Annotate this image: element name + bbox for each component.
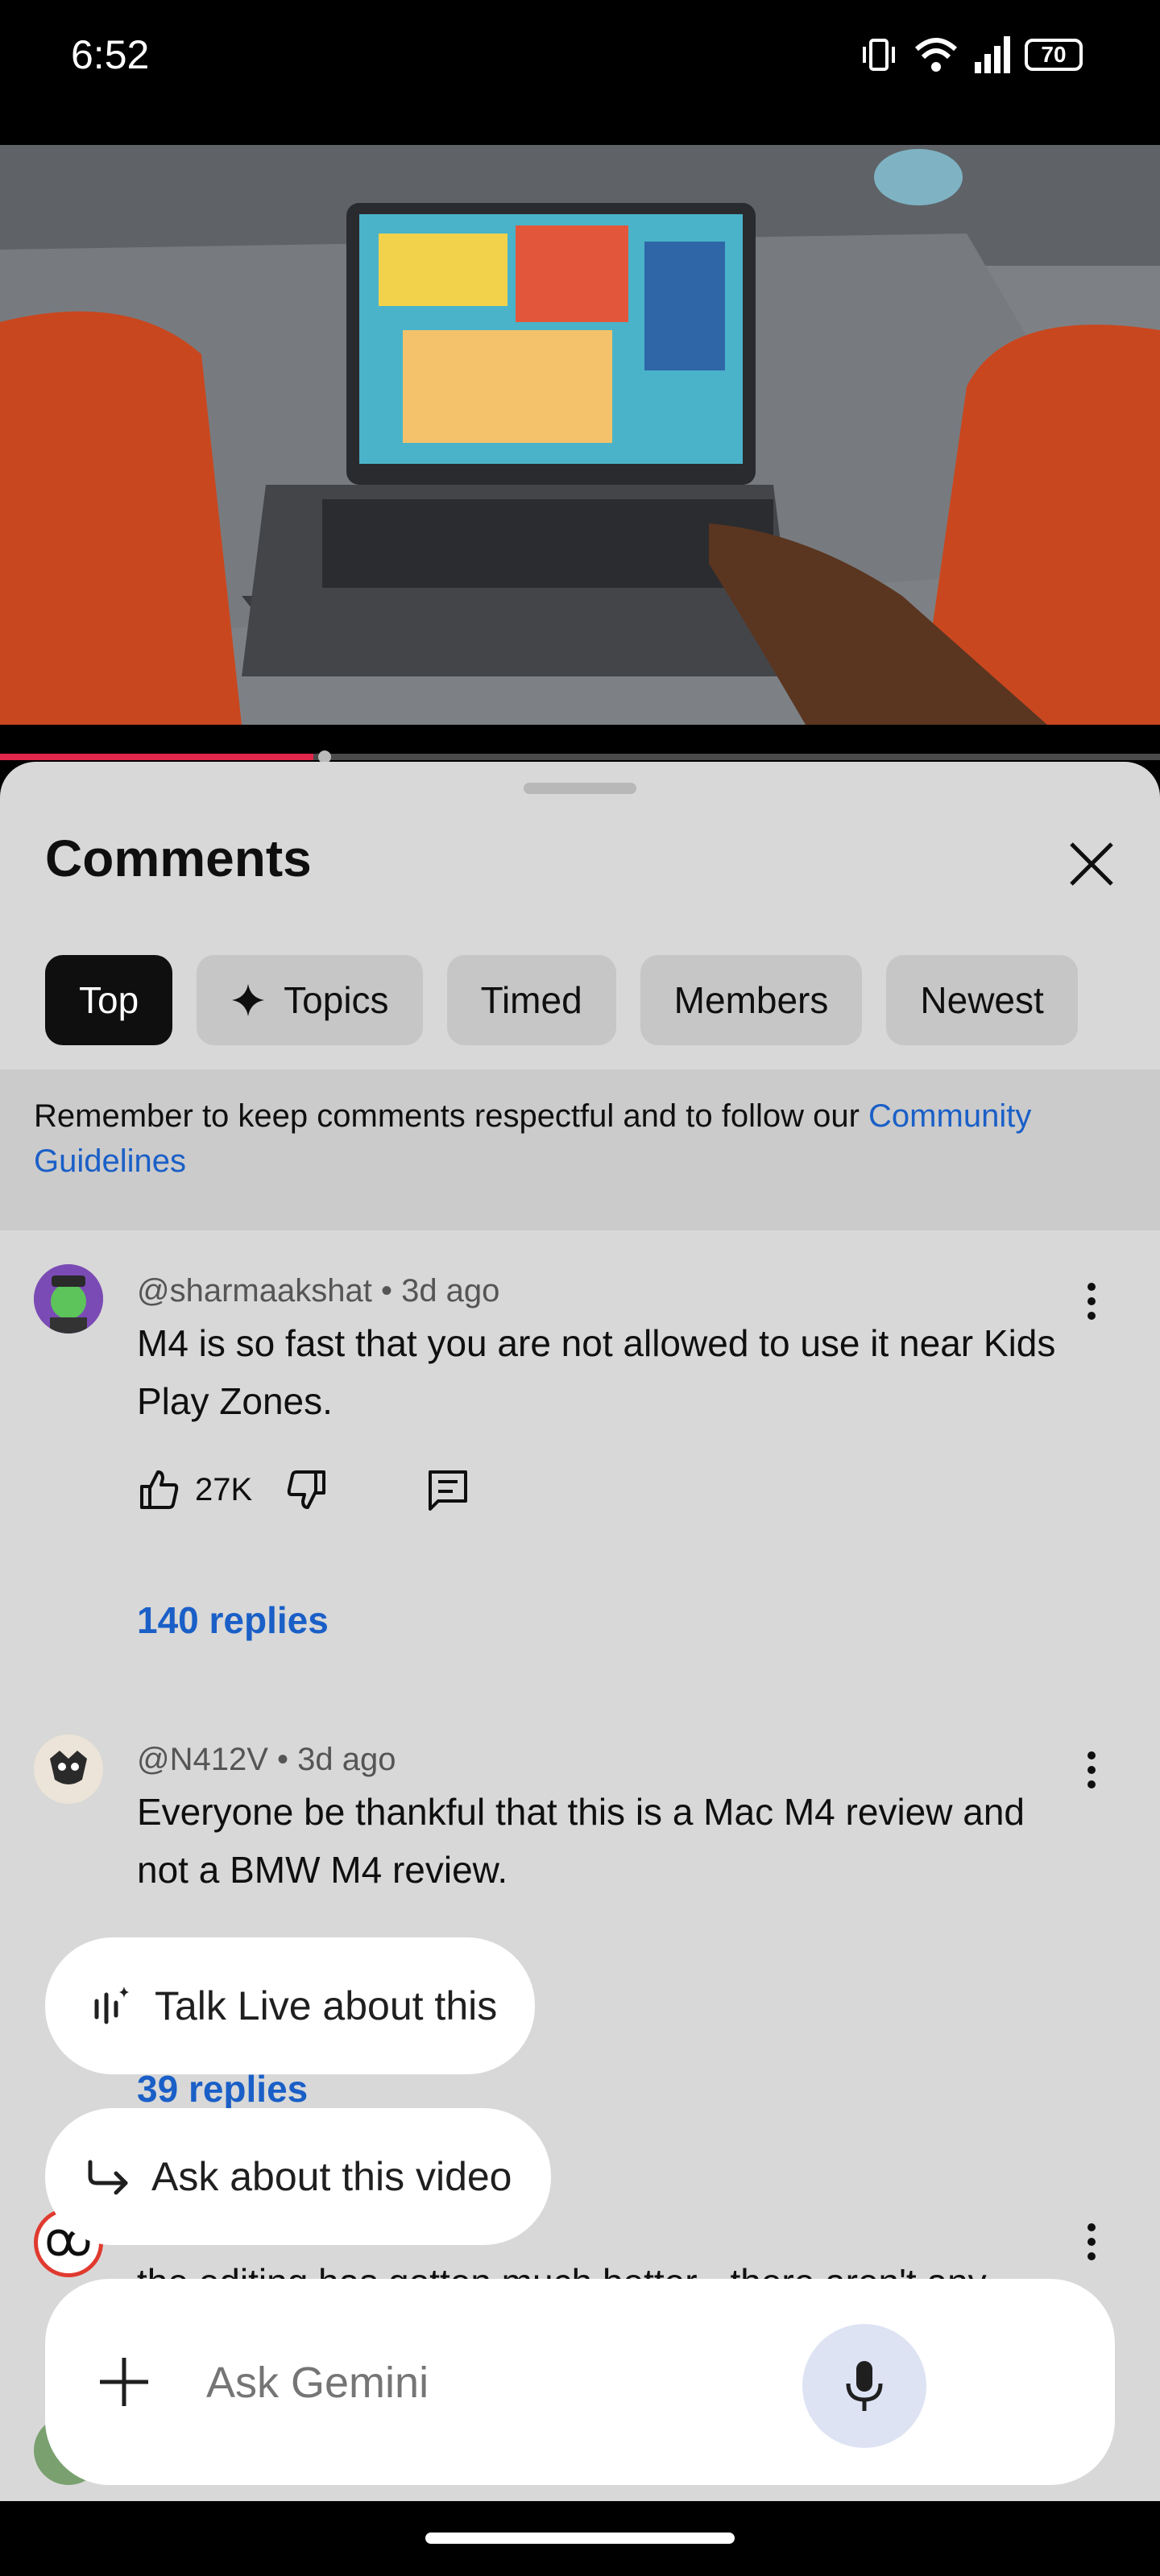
- ask-video-label: Ask about this video: [151, 2154, 512, 2199]
- microphone-icon: [846, 2361, 883, 2411]
- avatar-image: [34, 1264, 103, 1333]
- like-count: 27K: [195, 1471, 253, 1507]
- chip-timed[interactable]: Timed: [446, 955, 616, 1045]
- gemini-input-bar: [45, 2279, 1115, 2485]
- more-options-icon[interactable]: [1079, 1277, 1104, 1325]
- avatar-image: [34, 1735, 103, 1804]
- page-title: Comments: [45, 829, 312, 887]
- comment-author[interactable]: @N412V: [137, 1742, 268, 1777]
- sparkle-icon: [232, 984, 265, 1016]
- chip-label: Members: [673, 979, 829, 1021]
- chip-topics[interactable]: Topics: [197, 955, 423, 1045]
- live-waveform-icon: [94, 1987, 129, 2024]
- like-icon[interactable]: [137, 1467, 182, 1512]
- comment-author[interactable]: @sharmaakshat: [137, 1273, 372, 1309]
- drag-handle[interactable]: [524, 783, 636, 794]
- comment-meta: @sharmaakshat • 3d ago: [137, 1273, 500, 1309]
- chip-label: Timed: [480, 979, 582, 1021]
- comment-text: Everyone be thankful that this is a Mac …: [137, 1791, 1025, 1891]
- ask-gemini-input[interactable]: [205, 2342, 772, 2424]
- plus-icon[interactable]: [97, 2355, 151, 2409]
- avatar[interactable]: [34, 1264, 103, 1333]
- close-icon[interactable]: [1063, 836, 1120, 892]
- status-icons: 70: [859, 32, 1083, 77]
- status-time: 6:52: [71, 32, 150, 77]
- video-frame-image: [0, 145, 1160, 725]
- more-options-icon[interactable]: [1079, 2218, 1104, 2266]
- comment-age: 3d ago: [401, 1273, 500, 1309]
- comment-age: 3d ago: [297, 1742, 396, 1777]
- more-options-icon[interactable]: [1079, 1746, 1104, 1794]
- microphone-button[interactable]: [802, 2324, 926, 2448]
- comment-text: M4 is so fast that you are not allowed t…: [137, 1322, 1056, 1422]
- comment-actions: 27K: [137, 1467, 470, 1512]
- chip-top[interactable]: Top: [45, 955, 173, 1045]
- comment-meta: @N412V • 3d ago: [137, 1742, 396, 1777]
- talk-live-label: Talk Live about this: [155, 1983, 498, 2028]
- chip-newest[interactable]: Newest: [886, 955, 1078, 1045]
- chip-label: Top: [79, 979, 139, 1021]
- wifi-icon: [914, 38, 958, 72]
- view-replies-link[interactable]: 140 replies: [137, 1596, 329, 1644]
- forward-arrow-icon: [88, 2160, 128, 2195]
- filter-chips: Top Topics Timed Members Newest: [45, 955, 1078, 1045]
- notice-text: Remember to keep comments respectful and…: [34, 1098, 869, 1134]
- reply-icon[interactable]: [425, 1467, 470, 1512]
- home-indicator[interactable]: [425, 2533, 735, 2544]
- vibrate-icon: [863, 39, 895, 71]
- video-player[interactable]: [0, 145, 1160, 725]
- video-progress-fill: [0, 754, 313, 760]
- battery-icon: 70: [1025, 39, 1083, 71]
- chip-label: Newest: [920, 979, 1044, 1021]
- dislike-icon[interactable]: [284, 1467, 329, 1512]
- avatar[interactable]: [34, 1735, 103, 1804]
- talk-live-button[interactable]: Talk Live about this: [45, 1937, 535, 2074]
- chip-label: Topics: [284, 979, 389, 1021]
- signal-icon: [975, 36, 1010, 73]
- chip-members[interactable]: Members: [640, 955, 863, 1045]
- ask-about-video-button[interactable]: Ask about this video: [45, 2108, 551, 2245]
- community-notice: Remember to keep comments respectful and…: [0, 1069, 1160, 1230]
